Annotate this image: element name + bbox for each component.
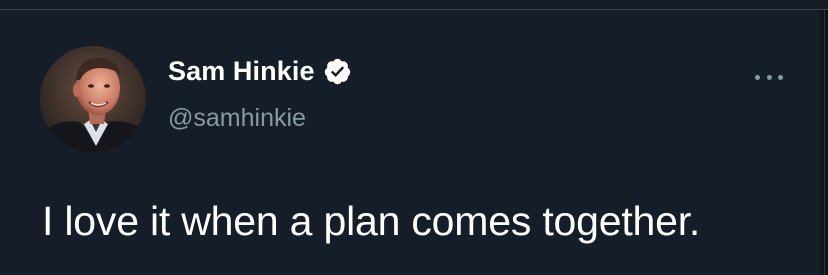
more-options-icon[interactable] xyxy=(752,67,786,87)
author-handle[interactable]: @samhinkie xyxy=(168,103,306,133)
avatar-image xyxy=(40,46,146,152)
more-dot xyxy=(755,74,760,80)
more-dot xyxy=(766,74,772,80)
tweet-card: Sam Hinkie @samhinkie I love it when a p… xyxy=(0,10,820,275)
more-dot xyxy=(778,74,783,80)
tweet-text: I love it when a plan comes together. xyxy=(42,198,701,244)
avatar[interactable] xyxy=(40,46,146,152)
author-display-name[interactable]: Sam Hinkie xyxy=(168,56,315,86)
author-name-row[interactable]: Sam Hinkie xyxy=(168,56,352,86)
verified-badge-icon xyxy=(323,57,352,86)
scrollbar-track[interactable] xyxy=(820,10,828,275)
